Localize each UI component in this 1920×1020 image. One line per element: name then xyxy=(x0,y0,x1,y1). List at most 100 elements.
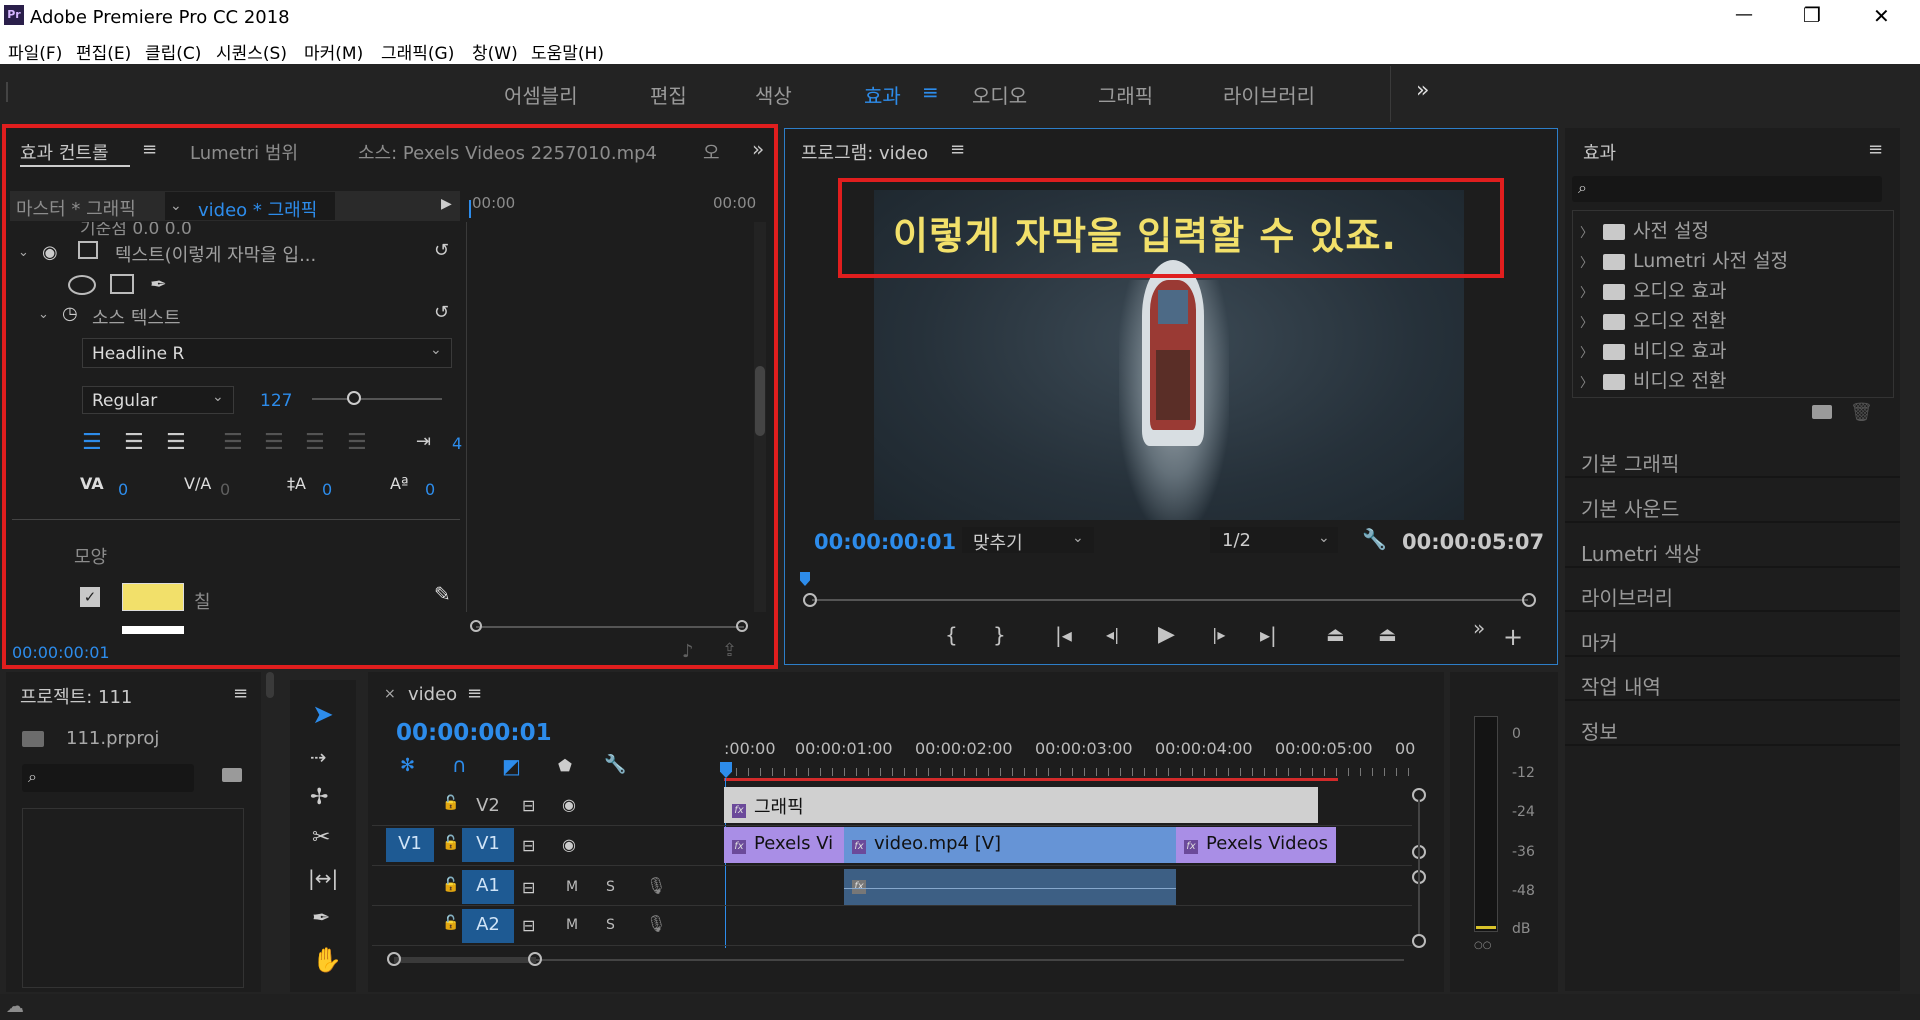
v1-target-label[interactable]: V1 xyxy=(462,828,514,862)
a2-mute-button[interactable]: M xyxy=(566,917,578,933)
project-scroll-thumb[interactable] xyxy=(266,672,274,698)
panel-info[interactable]: 정보 xyxy=(1565,704,1900,746)
menu-graphic[interactable]: 그래픽(G) xyxy=(381,39,454,64)
v2-target-label[interactable]: V2 xyxy=(462,790,514,822)
panel-essential-sound[interactable]: 기본 사운드 xyxy=(1565,481,1900,523)
scrub-left-handle[interactable] xyxy=(803,593,817,607)
clip-pexels-right[interactable]: fx Pexels Videos xyxy=(1176,827,1336,863)
timeline-zoom-thumb[interactable] xyxy=(394,957,536,963)
pen-tool-icon[interactable]: ✒ xyxy=(312,906,330,931)
project-title[interactable]: 프로젝트: 111 xyxy=(20,683,132,709)
program-menu-icon[interactable]: ≡ xyxy=(950,139,965,160)
timeline-zoom-right[interactable] xyxy=(528,952,542,966)
v2-eye-icon[interactable]: ◉ xyxy=(562,795,576,814)
find-bin-icon[interactable] xyxy=(222,768,242,782)
project-file-name[interactable]: 111.prproj xyxy=(66,728,159,749)
timeline-title[interactable]: video xyxy=(408,684,457,705)
menu-window[interactable]: 창(W) xyxy=(472,39,518,64)
menu-marker[interactable]: 마커(M) xyxy=(304,39,363,64)
a1-solo-button[interactable]: S xyxy=(606,879,615,895)
effects-item-lumetri-presets[interactable]: 〉 Lumetri 사전 설정 xyxy=(1580,246,1890,276)
program-scrub-bar[interactable] xyxy=(812,599,1528,601)
track-scroll-handle-bottom[interactable] xyxy=(1412,934,1426,948)
a2-target-label[interactable]: A2 xyxy=(462,909,514,943)
minimize-button[interactable]: — xyxy=(1735,4,1753,25)
panel-essential-graphics[interactable]: 기본 그래픽 xyxy=(1565,436,1900,478)
selection-tool-icon[interactable]: ➤ xyxy=(312,700,334,730)
workspace-assembly[interactable]: 어셈블리 xyxy=(504,80,578,109)
panel-lumetri-color[interactable]: Lumetri 색상 xyxy=(1565,526,1900,568)
program-title[interactable]: 프로그램: video xyxy=(801,139,928,165)
effects-item-presets[interactable]: 〉 사전 설정 xyxy=(1580,216,1890,246)
clip-audio-a1[interactable]: fx xyxy=(844,869,1176,905)
v1-lock-icon[interactable]: 🔓 xyxy=(442,835,459,851)
menu-help[interactable]: 도움말(H) xyxy=(531,39,604,64)
a1-lock-icon[interactable]: 🔓 xyxy=(442,877,459,893)
ripple-edit-tool-icon[interactable]: ✢ xyxy=(310,785,328,810)
add-button-icon[interactable]: + xyxy=(1503,625,1523,649)
clip-pexels-left[interactable]: fx Pexels Vi xyxy=(724,827,844,863)
a1-mic-icon[interactable]: 🎙 xyxy=(646,876,666,895)
clip-video-mp4[interactable]: fx video.mp4 [V] xyxy=(844,827,1176,863)
trash-icon[interactable]: 🗑 xyxy=(1850,402,1873,423)
snap-icon[interactable]: ∩ xyxy=(452,753,467,777)
program-more-icon[interactable]: » xyxy=(1473,618,1485,638)
workspace-audio[interactable]: 오디오 xyxy=(972,80,1027,109)
timeline-menu-icon[interactable]: ≡ xyxy=(467,683,482,704)
linked-selection-icon[interactable]: ◩ xyxy=(502,754,521,778)
a2-sync-icon[interactable]: ⊟ xyxy=(522,916,535,935)
effects-title[interactable]: 효과 xyxy=(1583,139,1616,165)
timeline-zoom-bar[interactable] xyxy=(394,959,1404,961)
scrub-right-handle[interactable] xyxy=(1522,593,1536,607)
panel-markers[interactable]: 마커 xyxy=(1565,615,1900,657)
panel-libraries[interactable]: 라이브러리 xyxy=(1565,570,1900,612)
a1-target-label[interactable]: A1 xyxy=(462,870,514,904)
menu-clip[interactable]: 클립(C) xyxy=(145,39,201,64)
meter-solo-icons[interactable]: ○○ xyxy=(1474,940,1491,951)
close-button[interactable]: ✕ xyxy=(1873,4,1890,28)
v1-source-patch[interactable]: V1 xyxy=(386,828,434,862)
lift-icon[interactable]: ⏏ xyxy=(1326,624,1345,644)
slip-tool-icon[interactable]: |↔| xyxy=(308,866,338,890)
project-menu-icon[interactable]: ≡ xyxy=(233,683,248,704)
workspace-menu-icon[interactable]: ≡ xyxy=(922,80,939,104)
menu-edit[interactable]: 편집(E) xyxy=(76,39,131,64)
go-to-out-icon[interactable]: ▸| xyxy=(1260,625,1277,645)
a2-lock-icon[interactable]: 🔓 xyxy=(442,915,459,931)
mark-out-icon[interactable]: } xyxy=(993,625,1006,645)
add-marker-icon[interactable]: ⬟ xyxy=(558,756,572,775)
workspace-edit[interactable]: 편집 xyxy=(650,80,687,109)
effects-menu-icon[interactable]: ≡ xyxy=(1868,139,1883,160)
workspace-effects[interactable]: 효과 xyxy=(864,80,901,109)
program-timecode[interactable]: 00:00:00:01 xyxy=(814,530,956,554)
a2-mic-icon[interactable]: 🎙 xyxy=(646,914,666,933)
a1-sync-icon[interactable]: ⊟ xyxy=(522,878,535,897)
v2-lock-icon[interactable]: 🔓 xyxy=(442,795,459,811)
razor-tool-icon[interactable]: ✂ xyxy=(312,825,330,850)
v2-sync-icon[interactable]: ⊟ xyxy=(522,796,535,815)
extract-icon[interactable]: ⏏ xyxy=(1378,624,1397,644)
v1-sync-icon[interactable]: ⊟ xyxy=(522,836,535,855)
workspace-graphics[interactable]: 그래픽 xyxy=(1098,80,1153,109)
wrench-icon[interactable]: 🔧 xyxy=(1362,527,1387,551)
timeline-close-icon[interactable]: × xyxy=(384,686,396,702)
effects-item-video-effects[interactable]: 〉 비디오 효과 xyxy=(1580,336,1890,366)
a2-solo-button[interactable]: S xyxy=(606,917,615,933)
track-select-tool-icon[interactable]: ⇢ xyxy=(310,745,327,769)
effects-item-audio-effects[interactable]: 〉 오디오 효과 xyxy=(1580,276,1890,306)
menu-file[interactable]: 파일(F) xyxy=(8,39,62,64)
creative-cloud-icon[interactable]: ☁ xyxy=(6,996,24,1017)
step-back-icon[interactable]: ◂| xyxy=(1106,627,1119,643)
go-to-in-icon[interactable]: |◂ xyxy=(1055,625,1072,645)
workspace-more-icon[interactable]: » xyxy=(1416,78,1429,103)
hand-tool-icon[interactable]: ✋ xyxy=(312,946,342,974)
timeline-settings-icon[interactable]: 🔧 xyxy=(604,754,626,775)
workspace-color[interactable]: 색상 xyxy=(755,80,792,109)
new-bin-icon[interactable] xyxy=(1812,405,1832,419)
workspace-libraries[interactable]: 라이브러리 xyxy=(1223,80,1315,109)
project-search-input[interactable] xyxy=(22,764,194,792)
a1-mute-button[interactable]: M xyxy=(566,879,578,895)
effects-item-audio-transitions[interactable]: 〉 오디오 전환 xyxy=(1580,306,1890,336)
project-scrollbar[interactable] xyxy=(264,672,276,992)
panel-history[interactable]: 작업 내역 xyxy=(1565,659,1900,701)
